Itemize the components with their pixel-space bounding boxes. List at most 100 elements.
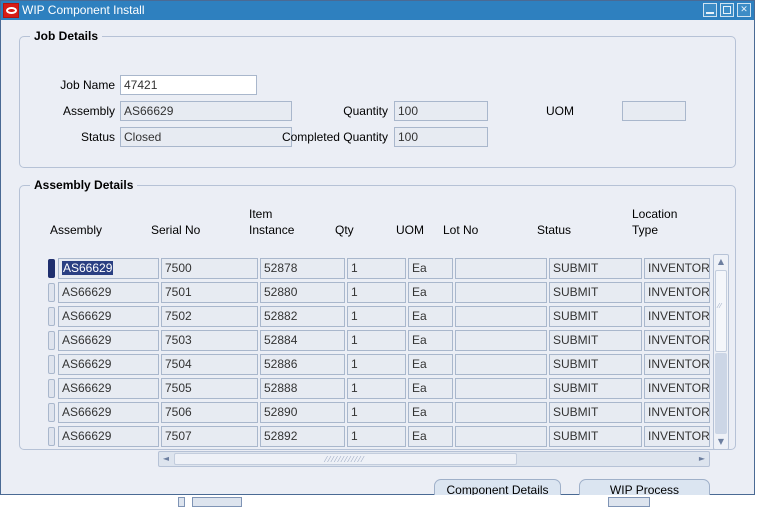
assembly-rows-container[interactable]: AS66629 7500 52878 1 Ea SUBMIT INVENTOR AS66629…: [48, 257, 710, 447]
cell-serial-no[interactable]: 7501: [161, 282, 258, 303]
cell-qty[interactable]: 1: [347, 330, 406, 351]
cell-assembly[interactable]: AS66629: [58, 330, 159, 351]
cell-qty[interactable]: 1: [347, 426, 406, 447]
cell-serial-no[interactable]: 7506: [161, 402, 258, 423]
table-row[interactable]: AS66629 7503 52884 1 Ea SUBMIT INVENTOR: [48, 329, 710, 353]
cell-qty[interactable]: 1: [347, 306, 406, 327]
cell-location-type[interactable]: INVENTOR: [644, 330, 710, 351]
vertical-scrollbar-track[interactable]: [715, 353, 727, 434]
cell-status[interactable]: SUBMIT: [549, 426, 642, 447]
cell-location-type[interactable]: INVENTOR: [644, 306, 710, 327]
cell-item-instance[interactable]: 52890: [260, 402, 345, 423]
table-row[interactable]: AS66629 7502 52882 1 Ea SUBMIT INVENTOR: [48, 305, 710, 329]
cell-location-type[interactable]: INVENTOR: [644, 282, 710, 303]
cell-lot-no[interactable]: [455, 402, 547, 423]
cell-lot-no[interactable]: [455, 282, 547, 303]
scroll-down-icon[interactable]: ▼: [714, 435, 728, 449]
row-select-marker[interactable]: [48, 307, 55, 326]
cell-uom[interactable]: Ea: [408, 282, 453, 303]
cell-uom[interactable]: Ea: [408, 306, 453, 327]
cell-serial-no[interactable]: 7502: [161, 306, 258, 327]
assembly-field[interactable]: AS66629: [120, 101, 292, 121]
cell-status[interactable]: SUBMIT: [549, 402, 642, 423]
cell-location-type[interactable]: INVENTOR: [644, 354, 710, 375]
row-select-marker[interactable]: [48, 331, 55, 350]
cell-status[interactable]: SUBMIT: [549, 330, 642, 351]
horizontal-scrollbar-thumb[interactable]: ⁄⁄⁄⁄⁄⁄⁄⁄⁄⁄⁄⁄: [174, 453, 517, 465]
cell-assembly[interactable]: AS66629: [58, 306, 159, 327]
cell-item-instance[interactable]: 52888: [260, 378, 345, 399]
cell-location-type[interactable]: INVENTOR: [644, 258, 710, 279]
uom-field[interactable]: [622, 101, 686, 121]
cell-uom[interactable]: Ea: [408, 330, 453, 351]
cell-qty[interactable]: 1: [347, 402, 406, 423]
cell-serial-no[interactable]: 7507: [161, 426, 258, 447]
row-select-marker[interactable]: [48, 259, 55, 278]
scroll-right-icon[interactable]: ►: [695, 452, 709, 466]
cell-qty[interactable]: 1: [347, 354, 406, 375]
cell-qty[interactable]: 1: [347, 258, 406, 279]
row-select-marker[interactable]: [48, 379, 55, 398]
cell-uom[interactable]: Ea: [408, 354, 453, 375]
cell-lot-no[interactable]: [455, 426, 547, 447]
cell-assembly[interactable]: AS66629: [58, 354, 159, 375]
cell-assembly[interactable]: AS66629: [58, 378, 159, 399]
table-row[interactable]: AS66629 7505 52888 1 Ea SUBMIT INVENTOR: [48, 377, 710, 401]
row-select-marker[interactable]: [48, 355, 55, 374]
completed-quantity-field[interactable]: 100: [394, 127, 488, 147]
row-select-marker[interactable]: [48, 427, 55, 446]
cell-status[interactable]: SUBMIT: [549, 354, 642, 375]
maximize-button[interactable]: [720, 3, 734, 17]
cell-serial-no[interactable]: 7504: [161, 354, 258, 375]
cell-qty[interactable]: 1: [347, 282, 406, 303]
scroll-left-icon[interactable]: ◄: [159, 452, 173, 466]
cell-uom[interactable]: Ea: [408, 426, 453, 447]
cell-item-instance[interactable]: 52880: [260, 282, 345, 303]
cell-item-instance[interactable]: 52882: [260, 306, 345, 327]
cell-assembly[interactable]: AS66629: [58, 258, 159, 279]
cell-item-instance[interactable]: 52892: [260, 426, 345, 447]
cell-assembly[interactable]: AS66629: [58, 282, 159, 303]
quantity-field[interactable]: 100: [394, 101, 488, 121]
cell-uom[interactable]: Ea: [408, 402, 453, 423]
cell-serial-no[interactable]: 7505: [161, 378, 258, 399]
job-name-field[interactable]: 47421: [120, 75, 257, 95]
scroll-up-icon[interactable]: ▲: [714, 255, 728, 269]
table-row[interactable]: AS66629 7507 52892 1 Ea SUBMIT INVENTOR: [48, 425, 710, 447]
cell-lot-no[interactable]: [455, 306, 547, 327]
minimize-button[interactable]: [703, 3, 717, 17]
window-titlebar[interactable]: WIP Component Install ✕: [1, 1, 754, 20]
horizontal-scrollbar[interactable]: ◄ ⁄⁄⁄⁄⁄⁄⁄⁄⁄⁄⁄⁄ ►: [158, 451, 710, 467]
table-row[interactable]: AS66629 7506 52890 1 Ea SUBMIT INVENTOR: [48, 401, 710, 425]
cell-serial-no[interactable]: 7503: [161, 330, 258, 351]
cell-lot-no[interactable]: [455, 378, 547, 399]
cell-status[interactable]: SUBMIT: [549, 258, 642, 279]
cell-status[interactable]: SUBMIT: [549, 306, 642, 327]
cell-uom[interactable]: Ea: [408, 258, 453, 279]
cell-lot-no[interactable]: [455, 330, 547, 351]
cell-serial-no[interactable]: 7500: [161, 258, 258, 279]
cell-status[interactable]: SUBMIT: [549, 378, 642, 399]
cell-location-type[interactable]: INVENTOR: [644, 378, 710, 399]
cell-assembly[interactable]: AS66629: [58, 426, 159, 447]
vertical-scrollbar[interactable]: ▲ ⁄⁄ ▼: [713, 254, 729, 450]
table-row[interactable]: AS66629 7504 52886 1 Ea SUBMIT INVENTOR: [48, 353, 710, 377]
row-select-marker[interactable]: [48, 283, 55, 302]
cell-qty[interactable]: 1: [347, 378, 406, 399]
cell-lot-no[interactable]: [455, 354, 547, 375]
cell-uom[interactable]: Ea: [408, 378, 453, 399]
status-field[interactable]: Closed: [120, 127, 292, 147]
cell-location-type[interactable]: INVENTOR: [644, 402, 710, 423]
close-button[interactable]: ✕: [737, 3, 751, 17]
cell-item-instance[interactable]: 52884: [260, 330, 345, 351]
cell-item-instance[interactable]: 52886: [260, 354, 345, 375]
cell-status[interactable]: SUBMIT: [549, 282, 642, 303]
vertical-scrollbar-thumb[interactable]: ⁄⁄: [715, 270, 727, 352]
cell-lot-no[interactable]: [455, 258, 547, 279]
cell-location-type[interactable]: INVENTOR: [644, 426, 710, 447]
cell-assembly[interactable]: AS66629: [58, 402, 159, 423]
table-row[interactable]: AS66629 7500 52878 1 Ea SUBMIT INVENTOR: [48, 257, 710, 281]
cell-item-instance[interactable]: 52878: [260, 258, 345, 279]
row-select-marker[interactable]: [48, 403, 55, 422]
table-row[interactable]: AS66629 7501 52880 1 Ea SUBMIT INVENTOR: [48, 281, 710, 305]
